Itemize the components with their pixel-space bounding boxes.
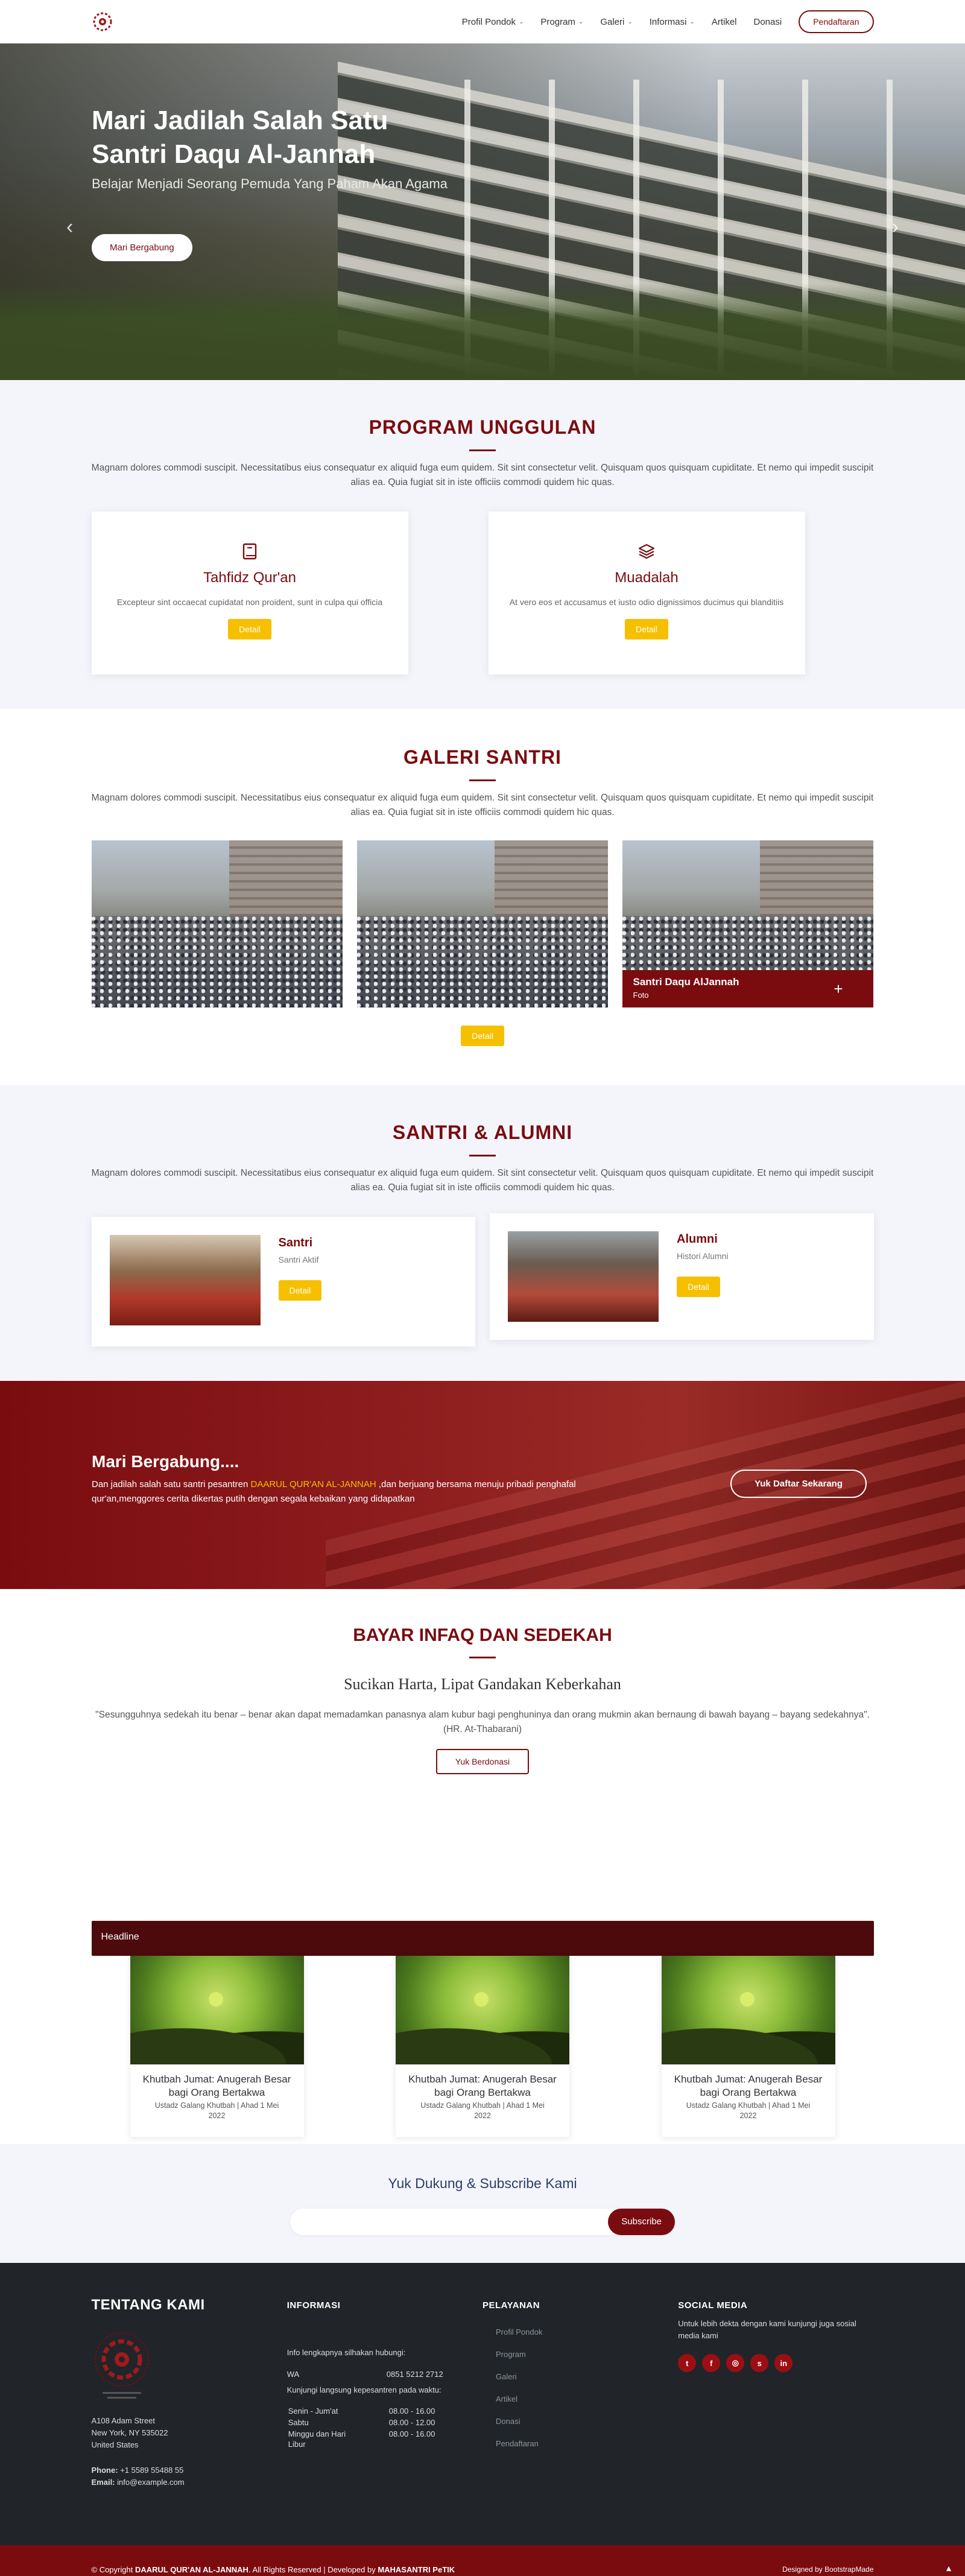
news-image <box>396 1956 569 2064</box>
berdonasi-button[interactable]: Yuk Berdonasi <box>435 1749 530 1774</box>
carousel-next-icon[interactable]: › <box>892 215 899 239</box>
join-title: Mari Bergabung.... <box>92 1452 239 1471</box>
galeri-desc: Magnam dolores commodi suscipit. Necessi… <box>91 793 874 817</box>
footer-email-link[interactable]: info@example.com <box>117 2478 184 2487</box>
galeri-title: GALERI SANTRI <box>403 746 562 768</box>
alumni-desc: Magnam dolores commodi suscipit. Necessi… <box>91 1168 874 1193</box>
subscribe-form: Subscribe <box>290 2209 675 2235</box>
news-headline-bar: Headline <box>91 1921 874 1956</box>
footer-link-artikel[interactable]: Artikel <box>482 2394 678 2403</box>
gallery-image[interactable] <box>356 840 608 1007</box>
alumni-image <box>508 1231 659 1322</box>
mari-bergabung-button[interactable]: Mari Bergabung <box>92 234 192 261</box>
nav-artikel[interactable]: Artikel <box>703 17 745 27</box>
news-card[interactable]: Khutbah Jumat: Anugerah Besar bagi Orang… <box>396 1956 569 2137</box>
subscribe-email-input[interactable] <box>332 2209 633 2235</box>
hero-content: Mari Jadilah Salah Satu Santri Daqu Al-J… <box>92 104 454 261</box>
skype-icon[interactable]: s <box>750 2354 769 2372</box>
footer-pelayanan: PELAYANAN Profil Pondok Program Galeri A… <box>482 2297 678 2489</box>
alumni-section: SANTRI & ALUMNI Magnam dolores commodi s… <box>0 1085 965 1381</box>
program-card-tahfidz: Tahfidz Qur'an Excepteur sint occaecat c… <box>91 512 408 674</box>
twitter-icon[interactable]: t <box>678 2354 697 2372</box>
footer-link-profil[interactable]: Profil Pondok <box>482 2327 678 2336</box>
galeri-section: GALERI SANTRI Magnam dolores commodi sus… <box>0 709 965 1085</box>
news-card[interactable]: Khutbah Jumat: Anugerah Besar bagi Orang… <box>661 1956 835 2137</box>
back-to-top-icon[interactable]: ▲ <box>944 2563 953 2573</box>
infaq-quote: "Sesungguhnya sedekah itu benar – benar … <box>95 1710 870 1734</box>
footer-informasi: INFORMASI Info lengkapnya silhakan hubun… <box>287 2297 482 2489</box>
bootstrapmade-link[interactable]: BootstrapMade <box>824 2565 873 2574</box>
daftar-sekarang-button[interactable]: Yuk Daftar Sekarang <box>730 1470 867 1498</box>
nav-profil-pondok[interactable]: Profil Pondok ⌄ <box>454 17 533 27</box>
gallery-overlay[interactable]: Santri Daqu AlJannah Foto + <box>622 970 873 1007</box>
galeri-detail-button[interactable]: Detail <box>461 1026 504 1046</box>
pendaftaran-button[interactable]: Pendaftaran <box>799 10 874 33</box>
chevron-down-icon: ⌄ <box>627 18 633 25</box>
nav-informasi[interactable]: Informasi ⌄ <box>641 17 703 27</box>
santri-card: Santri Santri Aktif Detail <box>91 1217 475 1347</box>
footer-about: TENTANG KAMI A108 Adam Street New York, … <box>91 2297 205 2487</box>
alumni-title: SANTRI & ALUMNI <box>392 1121 573 1143</box>
program-title: PROGRAM UNGGULAN <box>369 416 596 438</box>
news-image <box>661 1956 835 2064</box>
chevron-down-icon: ⌄ <box>689 18 695 25</box>
copyright-bar: © Copyright DAARUL QUR'AN AL-JANNAH. All… <box>0 2545 965 2576</box>
facebook-icon[interactable]: f <box>702 2354 721 2372</box>
footer-link-pendaftaran[interactable]: Pendaftaran <box>482 2439 678 2448</box>
join-cta-section: Mari Bergabung.... Dan jadilah salah sat… <box>0 1381 965 1589</box>
plus-icon[interactable]: + <box>834 980 843 998</box>
site-footer: TENTANG KAMI A108 Adam Street New York, … <box>0 2263 965 2545</box>
instagram-icon[interactable]: ◎ <box>726 2354 745 2372</box>
nav-galeri[interactable]: Galeri ⌄ <box>592 17 641 27</box>
designed-by: Designed by BootstrapMade <box>782 2565 874 2574</box>
footer-social: SOCIAL MEDIA Untuk lebih dekta dengan ka… <box>678 2297 873 2489</box>
alumni-card: Alumni Histori Alumni Detail <box>490 1213 874 1340</box>
nav-program[interactable]: Program ⌄ <box>532 17 592 27</box>
layers-icon <box>489 543 805 562</box>
gallery-image[interactable]: Santri Daqu AlJannah Foto + <box>622 840 873 1007</box>
footer-logo <box>92 2329 152 2408</box>
subscribe-title: Yuk Dukung & Subscribe Kami <box>388 2175 577 2191</box>
site-header: Profil Pondok ⌄ Program ⌄ Galeri ⌄ Informas… <box>0 0 965 43</box>
site-logo[interactable] <box>92 11 113 33</box>
chevron-down-icon: ⌄ <box>578 18 584 25</box>
opening-hours: Senin - Jum'at 08.00 - 16.00 Sabtu 08.00 -… <box>288 2406 435 2449</box>
news-section: Headline Khutbah Jumat: Anugerah Besar b… <box>0 1921 965 2144</box>
alumni-detail-button[interactable]: Detail <box>677 1277 720 1297</box>
muadalah-detail-button[interactable]: Detail <box>625 619 668 639</box>
tahfidz-detail-button[interactable]: Detail <box>228 619 271 639</box>
hero-subtitle: Belajar Menjadi Seorang Pemuda Yang Paha… <box>92 176 448 191</box>
subscribe-section: Yuk Dukung & Subscribe Kami Subscribe <box>0 2144 965 2263</box>
program-card-muadalah: Muadalah At vero eos et accusamus et ius… <box>488 512 805 674</box>
footer-link-donasi[interactable]: Donasi <box>482 2417 678 2426</box>
news-card[interactable]: Khutbah Jumat: Anugerah Besar bagi Orang… <box>130 1956 304 2137</box>
gallery-image[interactable] <box>91 840 343 1007</box>
footer-link-galeri[interactable]: Galeri <box>482 2372 678 2381</box>
program-desc: Magnam dolores commodi suscipit. Necessi… <box>91 463 874 487</box>
santri-detail-button[interactable]: Detail <box>278 1280 322 1301</box>
subscribe-button[interactable]: Subscribe <box>608 2209 675 2235</box>
hero-carousel: ‹ › Mari Jadilah Salah Satu Santri Daqu … <box>0 43 965 380</box>
linkedin-icon[interactable]: in <box>774 2354 793 2372</box>
news-image <box>130 1956 304 2064</box>
infaq-subtitle: Sucikan Harta, Lipat Gandakan Keberkahan <box>344 1675 621 1693</box>
book-icon <box>92 543 408 562</box>
carousel-prev-icon[interactable]: ‹ <box>66 215 73 239</box>
infaq-section: BAYAR INFAQ DAN SEDEKAH Sucikan Harta, L… <box>0 1589 965 1921</box>
infaq-title: BAYAR INFAQ DAN SEDEKAH <box>353 1625 612 1645</box>
footer-link-program[interactable]: Program <box>482 2350 678 2359</box>
join-text: Dan jadilah salah satu santri pesantren … <box>92 1479 576 1504</box>
copyright-text: © Copyright DAARUL QUR'AN AL-JANNAH. All… <box>91 2565 455 2574</box>
main-nav: Profil Pondok ⌄ Program ⌄ Galeri ⌄ Informas… <box>454 10 874 33</box>
program-section: PROGRAM UNGGULAN Magnam dolores commodi … <box>0 380 965 709</box>
santri-image <box>109 1235 261 1325</box>
nav-donasi[interactable]: Donasi <box>745 17 791 27</box>
chevron-down-icon: ⌄ <box>519 18 524 25</box>
hero-title: Mari Jadilah Salah Satu Santri Daqu Al-J… <box>92 106 388 169</box>
